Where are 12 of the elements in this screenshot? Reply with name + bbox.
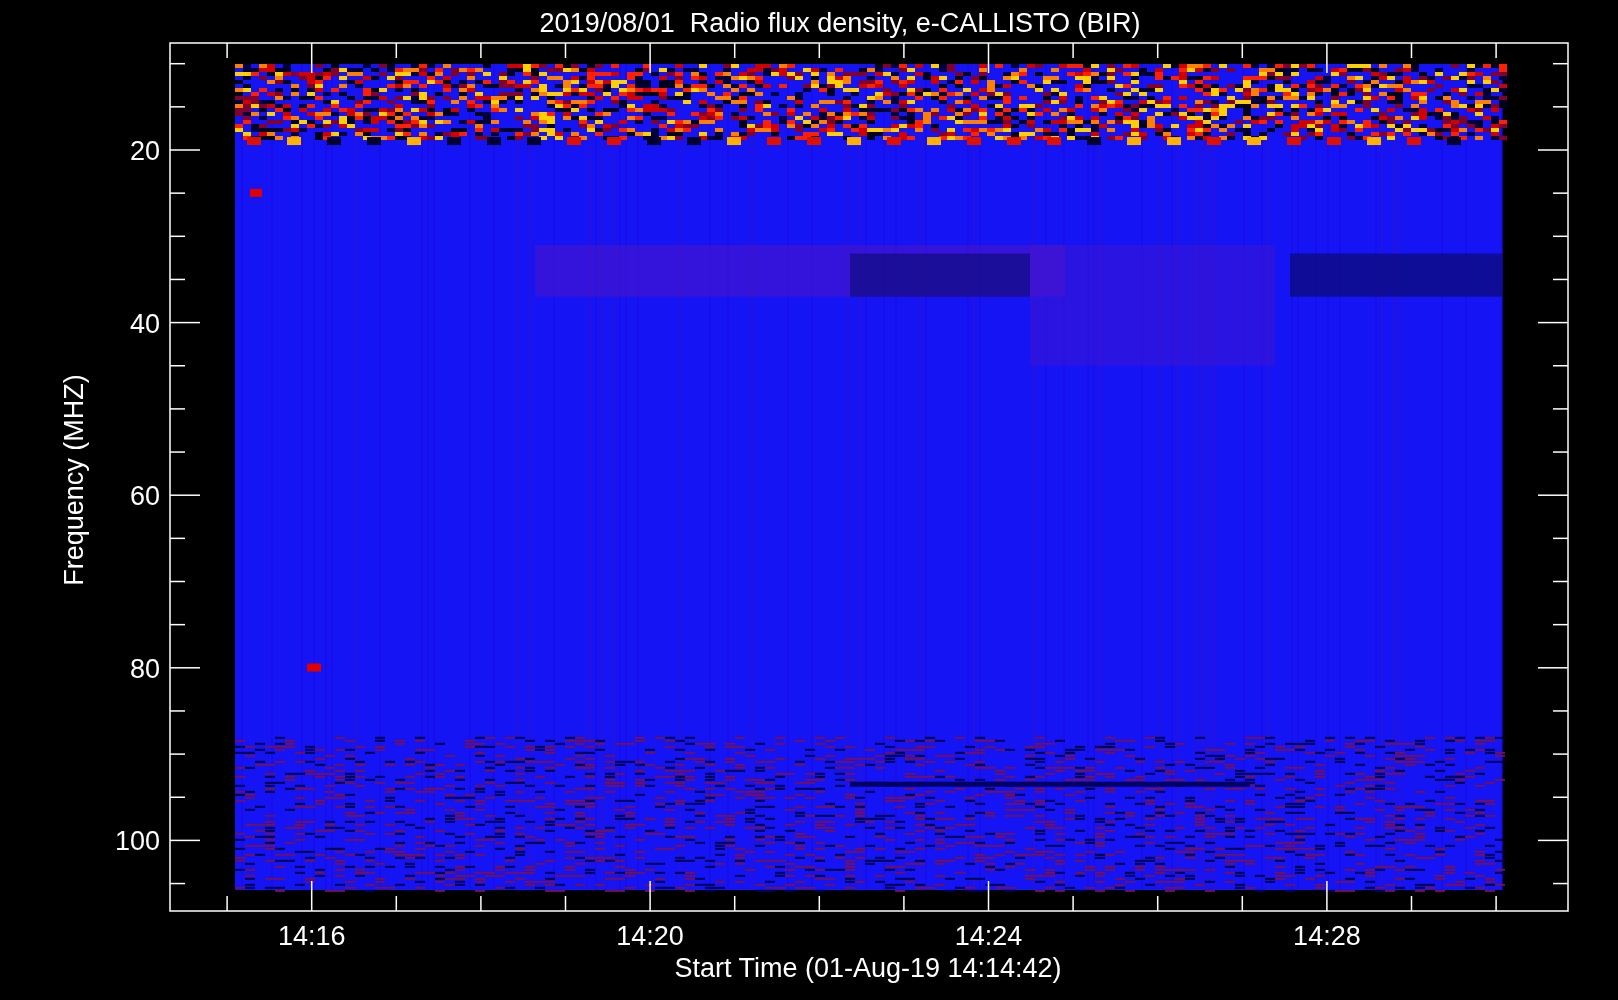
x-tick-label: 14:28 — [1293, 921, 1361, 951]
y-tick-label: 60 — [129, 481, 160, 512]
y-tick-label: 80 — [129, 653, 160, 684]
y-tick-label: 100 — [114, 826, 160, 857]
chart-title: 2019/08/01 Radio flux density, e-CALLISTO (BIR) — [539, 8, 1141, 38]
x-tick-label: 14:24 — [954, 921, 1023, 951]
x-tick-label: 14:16 — [277, 921, 346, 951]
y-tick-label: 20 — [129, 136, 160, 166]
y-axis-label: Frequency (MHZ) — [59, 374, 89, 586]
x-axis-label: Start Time (01-Aug-19 14:14:42) — [674, 953, 1062, 983]
x-tick-label: 14:20 — [616, 921, 684, 951]
y-tick-label: 40 — [129, 308, 160, 339]
